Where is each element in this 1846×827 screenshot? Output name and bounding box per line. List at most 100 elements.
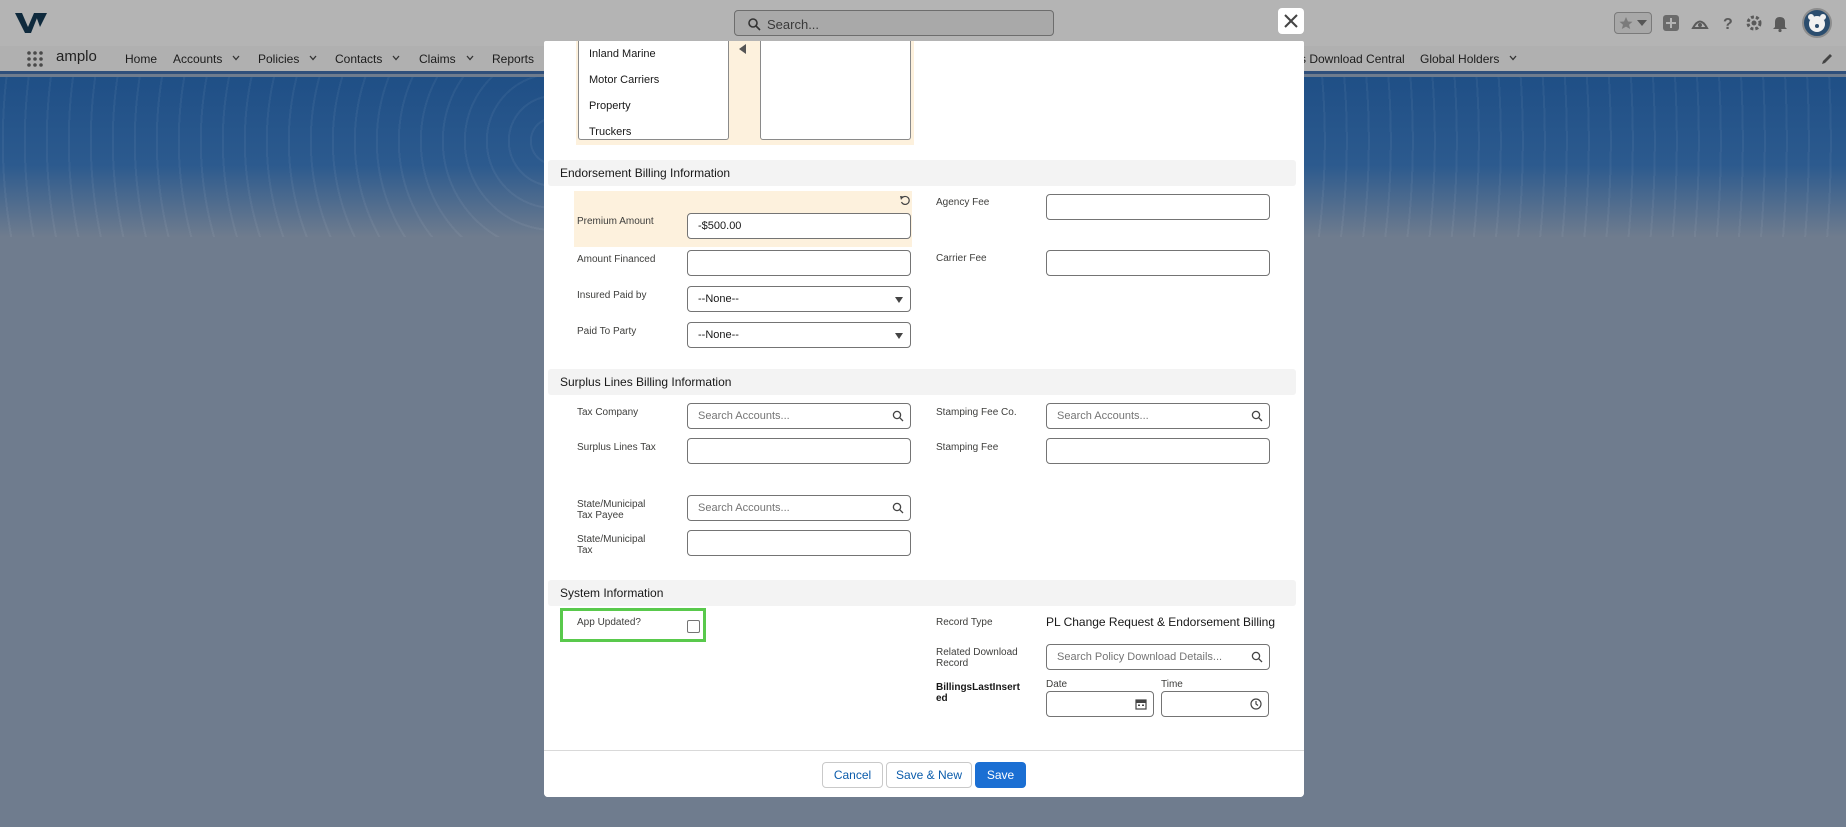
chevron-down-icon[interactable]: [1509, 54, 1517, 62]
label-line: Record: [936, 658, 969, 669]
carrier-fee-field[interactable]: [1046, 250, 1270, 276]
clock-icon[interactable]: [1250, 698, 1262, 710]
paid-to-party-select[interactable]: --None--: [687, 322, 911, 348]
listbox-option[interactable]: Property: [589, 100, 631, 112]
nav-item-contacts[interactable]: Contacts: [335, 52, 400, 66]
label-line: Tax: [577, 545, 593, 556]
nav-item-label: Contacts: [335, 52, 383, 66]
nav-item-reports[interactable]: Reports: [492, 52, 534, 66]
nav-item-claims[interactable]: Claims: [419, 52, 474, 66]
help-icon[interactable]: ?: [1718, 13, 1738, 33]
app-updated-checkbox[interactable]: [687, 620, 700, 633]
label-line: State/Municipal: [577, 499, 646, 510]
avatar[interactable]: [1802, 8, 1832, 38]
amount-financed-label: Amount Financed: [577, 254, 656, 265]
listbox-option[interactable]: Inland Marine: [589, 48, 656, 60]
record-type-label: Record Type: [936, 617, 993, 628]
trailhead-icon[interactable]: [1690, 13, 1710, 33]
nav-item-policies[interactable]: Policies: [258, 52, 317, 66]
gear-icon[interactable]: [1744, 13, 1764, 33]
nav-item-global-holders[interactable]: Global Holders: [1420, 52, 1517, 66]
listbox-option[interactable]: Motor Carriers: [589, 74, 659, 86]
search-icon: [748, 18, 761, 31]
favorites-button[interactable]: [1614, 12, 1652, 34]
nav-item-label: Claims: [419, 52, 456, 66]
plus-icon[interactable]: [1661, 13, 1681, 33]
move-left-arrow-icon[interactable]: [739, 44, 747, 54]
available-options-listbox[interactable]: Inland Marine Motor Carriers Property Tr…: [578, 41, 729, 140]
nav-item-label: Home: [125, 52, 158, 66]
state-tax-field[interactable]: [687, 530, 911, 556]
related-download-label: Related Download Record: [936, 647, 1018, 669]
label-line: State/Municipal: [577, 534, 646, 545]
app-updated-label: App Updated?: [577, 617, 641, 628]
nav-item-label: Policies: [258, 52, 300, 66]
state-tax-payee-lookup[interactable]: Search Accounts...: [687, 495, 911, 521]
listbox-option[interactable]: Truckers: [589, 126, 631, 138]
caret-down-icon: [895, 333, 903, 339]
nav-item-label: Reports: [492, 52, 535, 66]
save-button[interactable]: Save: [975, 762, 1026, 788]
star-icon: [1619, 17, 1633, 29]
nav-item-download-central[interactable]: s Download Central: [1300, 52, 1405, 66]
tax-company-label: Tax Company: [577, 407, 639, 418]
insured-paid-by-label: Insured Paid by: [577, 290, 647, 301]
section-surplus-lines-billing[interactable]: Surplus Lines Billing Information: [548, 369, 1296, 395]
billings-last-inserted-label: BillingsLastInsert ed: [936, 682, 1020, 704]
stamping-fee-field[interactable]: [1046, 438, 1270, 464]
bell-icon[interactable]: [1770, 13, 1790, 33]
app-launcher-icon[interactable]: [26, 50, 44, 68]
select-value: --None--: [698, 293, 739, 305]
section-system-information[interactable]: System Information: [548, 580, 1296, 606]
lookup-placeholder: Search Accounts...: [1057, 410, 1149, 422]
stamping-fee-co-lookup[interactable]: Search Accounts...: [1046, 403, 1270, 429]
state-tax-payee-label: State/Municipal Tax Payee: [577, 499, 645, 521]
nav-item-label: Global Holders: [1420, 52, 1500, 66]
premium-amount-field[interactable]: -$500.00: [687, 213, 911, 239]
nav-item-label: Accounts: [173, 52, 223, 66]
calendar-icon[interactable]: [1135, 698, 1147, 710]
selected-options-listbox[interactable]: [760, 41, 911, 140]
modal-close-button[interactable]: [1278, 8, 1304, 34]
related-download-lookup[interactable]: Search Policy Download Details...: [1046, 644, 1270, 670]
undo-icon[interactable]: [899, 194, 911, 206]
chevron-down-icon: [1637, 20, 1647, 26]
cancel-button[interactable]: Cancel: [822, 762, 883, 788]
chevron-down-icon[interactable]: [392, 54, 400, 62]
chevron-down-icon[interactable]: [466, 54, 474, 62]
select-value: --None--: [698, 329, 739, 341]
nav-item-home[interactable]: Home: [125, 52, 157, 66]
company-logo[interactable]: [14, 10, 48, 36]
chevron-down-icon[interactable]: [232, 54, 240, 62]
edit-icon[interactable]: [1820, 52, 1834, 66]
time-field[interactable]: [1161, 691, 1269, 717]
edit-record-modal: Inland Marine Motor Carriers Property Tr…: [544, 41, 1304, 797]
section-title: System Information: [560, 586, 664, 600]
tax-company-lookup[interactable]: Search Accounts...: [687, 403, 911, 429]
agency-fee-field[interactable]: [1046, 194, 1270, 220]
save-and-new-button[interactable]: Save & New: [886, 762, 972, 788]
premium-amount-label: Premium Amount: [577, 216, 654, 227]
section-endorsement-billing[interactable]: Endorsement Billing Information: [548, 160, 1296, 186]
app-name: amplo: [56, 48, 97, 65]
lookup-placeholder: Search Policy Download Details...: [1057, 651, 1223, 663]
paid-to-party-label: Paid To Party: [577, 326, 637, 337]
label-line: Related Download: [936, 647, 1018, 658]
nav-item-accounts[interactable]: Accounts: [173, 52, 240, 66]
chevron-down-icon[interactable]: [309, 54, 317, 62]
state-tax-label: State/Municipal Tax: [577, 534, 645, 556]
agency-fee-label: Agency Fee: [936, 197, 990, 208]
search-icon: [1251, 651, 1263, 663]
label-line: Tax Payee: [577, 510, 624, 521]
amount-financed-field[interactable]: [687, 250, 911, 276]
global-search-input[interactable]: Search...: [734, 10, 1054, 36]
modal-footer: Cancel Save & New Save: [544, 750, 1304, 797]
date-sublabel: Date: [1046, 679, 1068, 690]
surplus-lines-tax-label: Surplus Lines Tax: [577, 442, 656, 453]
close-icon: [1284, 14, 1298, 28]
date-field[interactable]: [1046, 691, 1154, 717]
carrier-fee-label: Carrier Fee: [936, 253, 987, 264]
surplus-lines-tax-field[interactable]: [687, 438, 911, 464]
insured-paid-by-select[interactable]: --None--: [687, 286, 911, 312]
search-icon: [892, 502, 904, 514]
